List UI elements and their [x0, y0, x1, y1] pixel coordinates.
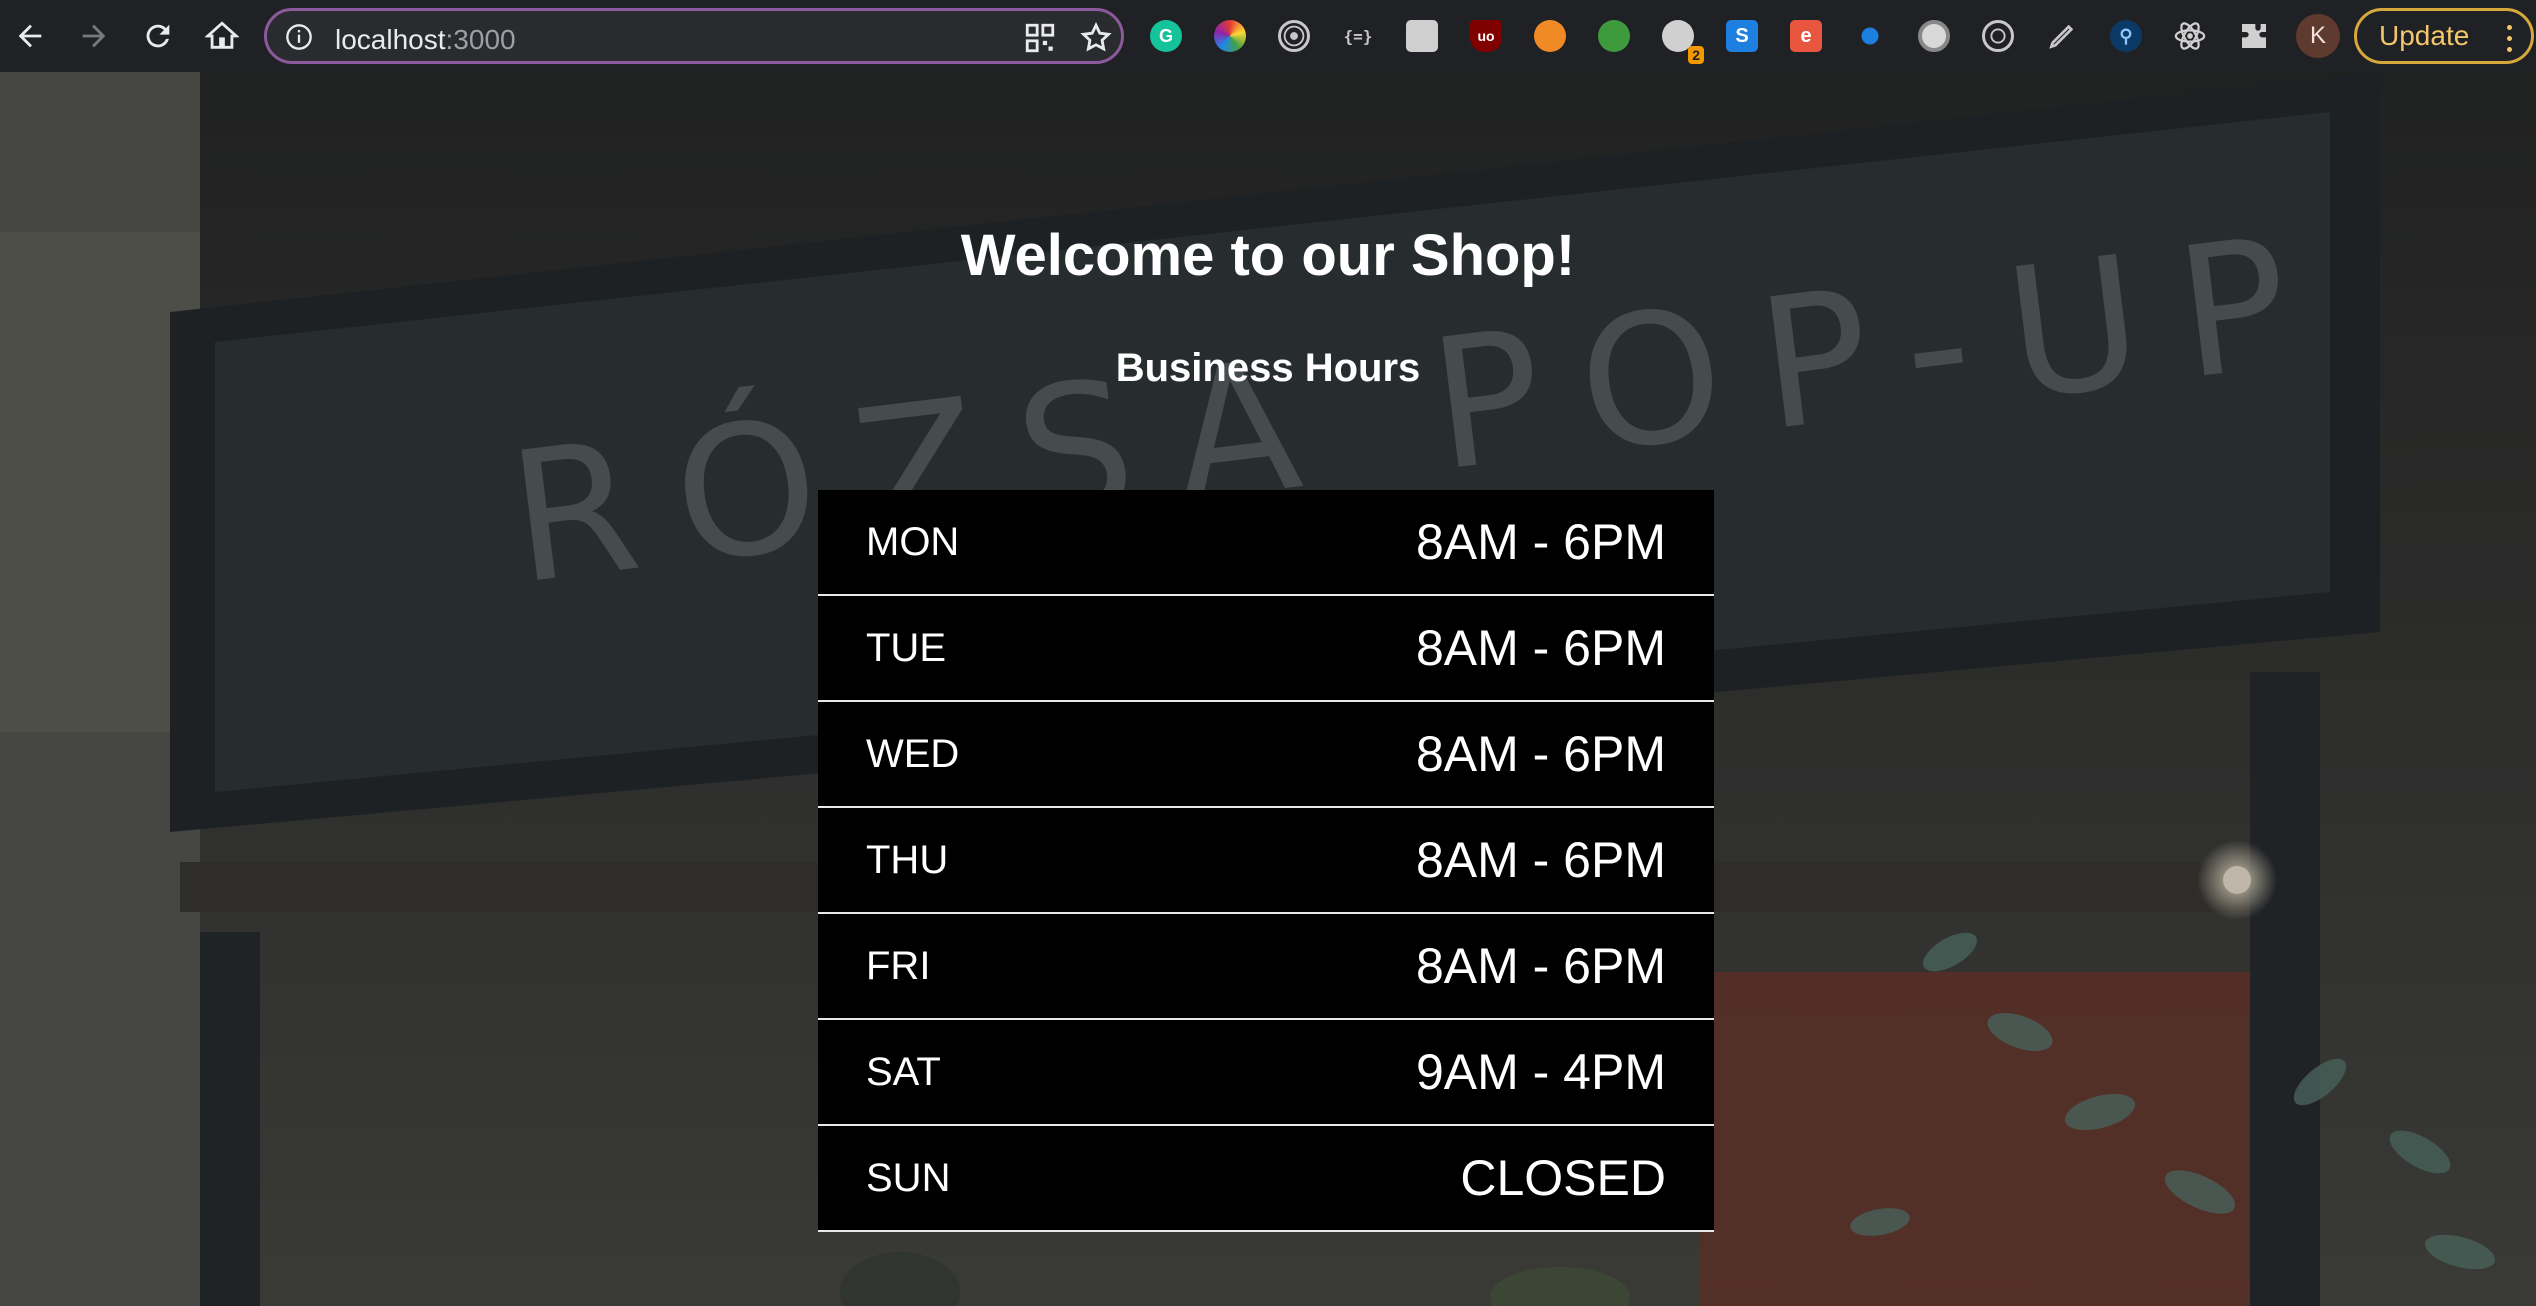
forward-button[interactable]	[70, 12, 118, 60]
reload-icon	[146, 24, 170, 48]
day-label: TUE	[866, 625, 946, 670]
url-host: localhost	[335, 24, 446, 55]
json-braces-icon[interactable]: {=}	[1338, 16, 1378, 56]
spiral-icon[interactable]	[1978, 16, 2018, 56]
hours-row-sun: SUN CLOSED	[818, 1126, 1714, 1232]
star-icon[interactable]	[1079, 21, 1113, 55]
day-label: THU	[866, 837, 949, 882]
arrow-right-icon	[82, 24, 106, 48]
url-port: :3000	[445, 24, 516, 55]
grammarly-icon[interactable]: G	[1146, 16, 1186, 56]
arrow-left-icon	[18, 24, 42, 48]
update-label: Update	[2379, 20, 2470, 51]
extensions-strip: G {=} uo 2 S e ⚲	[1146, 16, 2326, 64]
key-icon[interactable]: ⚲	[2106, 16, 2146, 56]
hours-value: 8AM - 6PM	[1415, 726, 1666, 782]
bug-icon[interactable]	[1850, 16, 1890, 56]
hours-row-thu: THU 8AM - 6PM	[818, 808, 1714, 914]
day-label: SAT	[866, 1049, 941, 1094]
hours-row-mon: MON 8AM - 6PM	[818, 490, 1714, 596]
hours-value: 9AM - 4PM	[1415, 1044, 1666, 1100]
color-wheel-icon[interactable]	[1210, 16, 1250, 56]
url-text: localhost:3000	[335, 24, 516, 56]
hours-value: 8AM - 6PM	[1415, 620, 1666, 676]
back-button[interactable]	[6, 12, 54, 60]
hours-row-tue: TUE 8AM - 6PM	[818, 596, 1714, 702]
page-title: Welcome to our Shop!	[960, 223, 1576, 288]
day-label: SUN	[866, 1155, 951, 1200]
hours-value: CLOSED	[1460, 1150, 1666, 1206]
magnifier-icon[interactable]	[1594, 16, 1634, 56]
rocket-icon[interactable]: 2	[1658, 16, 1704, 64]
home-icon	[205, 21, 239, 49]
s-square-icon[interactable]: S	[1722, 16, 1762, 56]
extension-badge: 2	[1688, 46, 1704, 64]
hours-value: 8AM - 6PM	[1415, 832, 1666, 888]
target-icon[interactable]	[1274, 16, 1314, 56]
pen-icon[interactable]	[2042, 16, 2082, 56]
hours-row-sat: SAT 9AM - 4PM	[818, 1020, 1714, 1126]
hours-row-fri: FRI 8AM - 6PM	[818, 914, 1714, 1020]
e-square-icon[interactable]: e	[1786, 16, 1826, 56]
home-button[interactable]	[198, 12, 246, 60]
notes-icon[interactable]	[1402, 16, 1442, 56]
business-hours-heading: Business Hours	[1115, 346, 1421, 390]
kebab-menu-icon[interactable]	[2507, 25, 2513, 53]
hours-value: 8AM - 6PM	[1415, 938, 1666, 994]
ublock-icon[interactable]: uo	[1466, 16, 1506, 56]
day-label: MON	[866, 519, 960, 564]
hours-row-wed: WED 8AM - 6PM	[818, 702, 1714, 808]
hours-value: 8AM - 6PM	[1415, 514, 1666, 570]
reload-button[interactable]	[134, 12, 182, 60]
info-icon[interactable]	[285, 23, 313, 51]
qr-code-icon[interactable]	[1023, 21, 1057, 55]
update-button[interactable]: Update	[2354, 8, 2534, 64]
day-label: WED	[866, 731, 960, 776]
react-icon[interactable]	[2170, 16, 2210, 56]
page-viewport: RÓZSA POP-UP Welcome to our Shop! Busine…	[0, 72, 2536, 1306]
avatar[interactable]: K	[2296, 14, 2340, 58]
address-bar[interactable]: localhost:3000	[264, 8, 1124, 64]
puzzle-icon[interactable]	[2234, 16, 2274, 56]
business-hours-table: MON 8AM - 6PM TUE 8AM - 6PM WED 8AM - 6PM T…	[818, 490, 1714, 1232]
browser-toolbar: localhost:3000 G {=} uo 2 S e ⚲ K Update	[0, 0, 2536, 72]
orange-ball-icon[interactable]	[1530, 16, 1570, 56]
circle-icon[interactable]	[1914, 16, 1954, 56]
day-label: FRI	[866, 943, 931, 988]
